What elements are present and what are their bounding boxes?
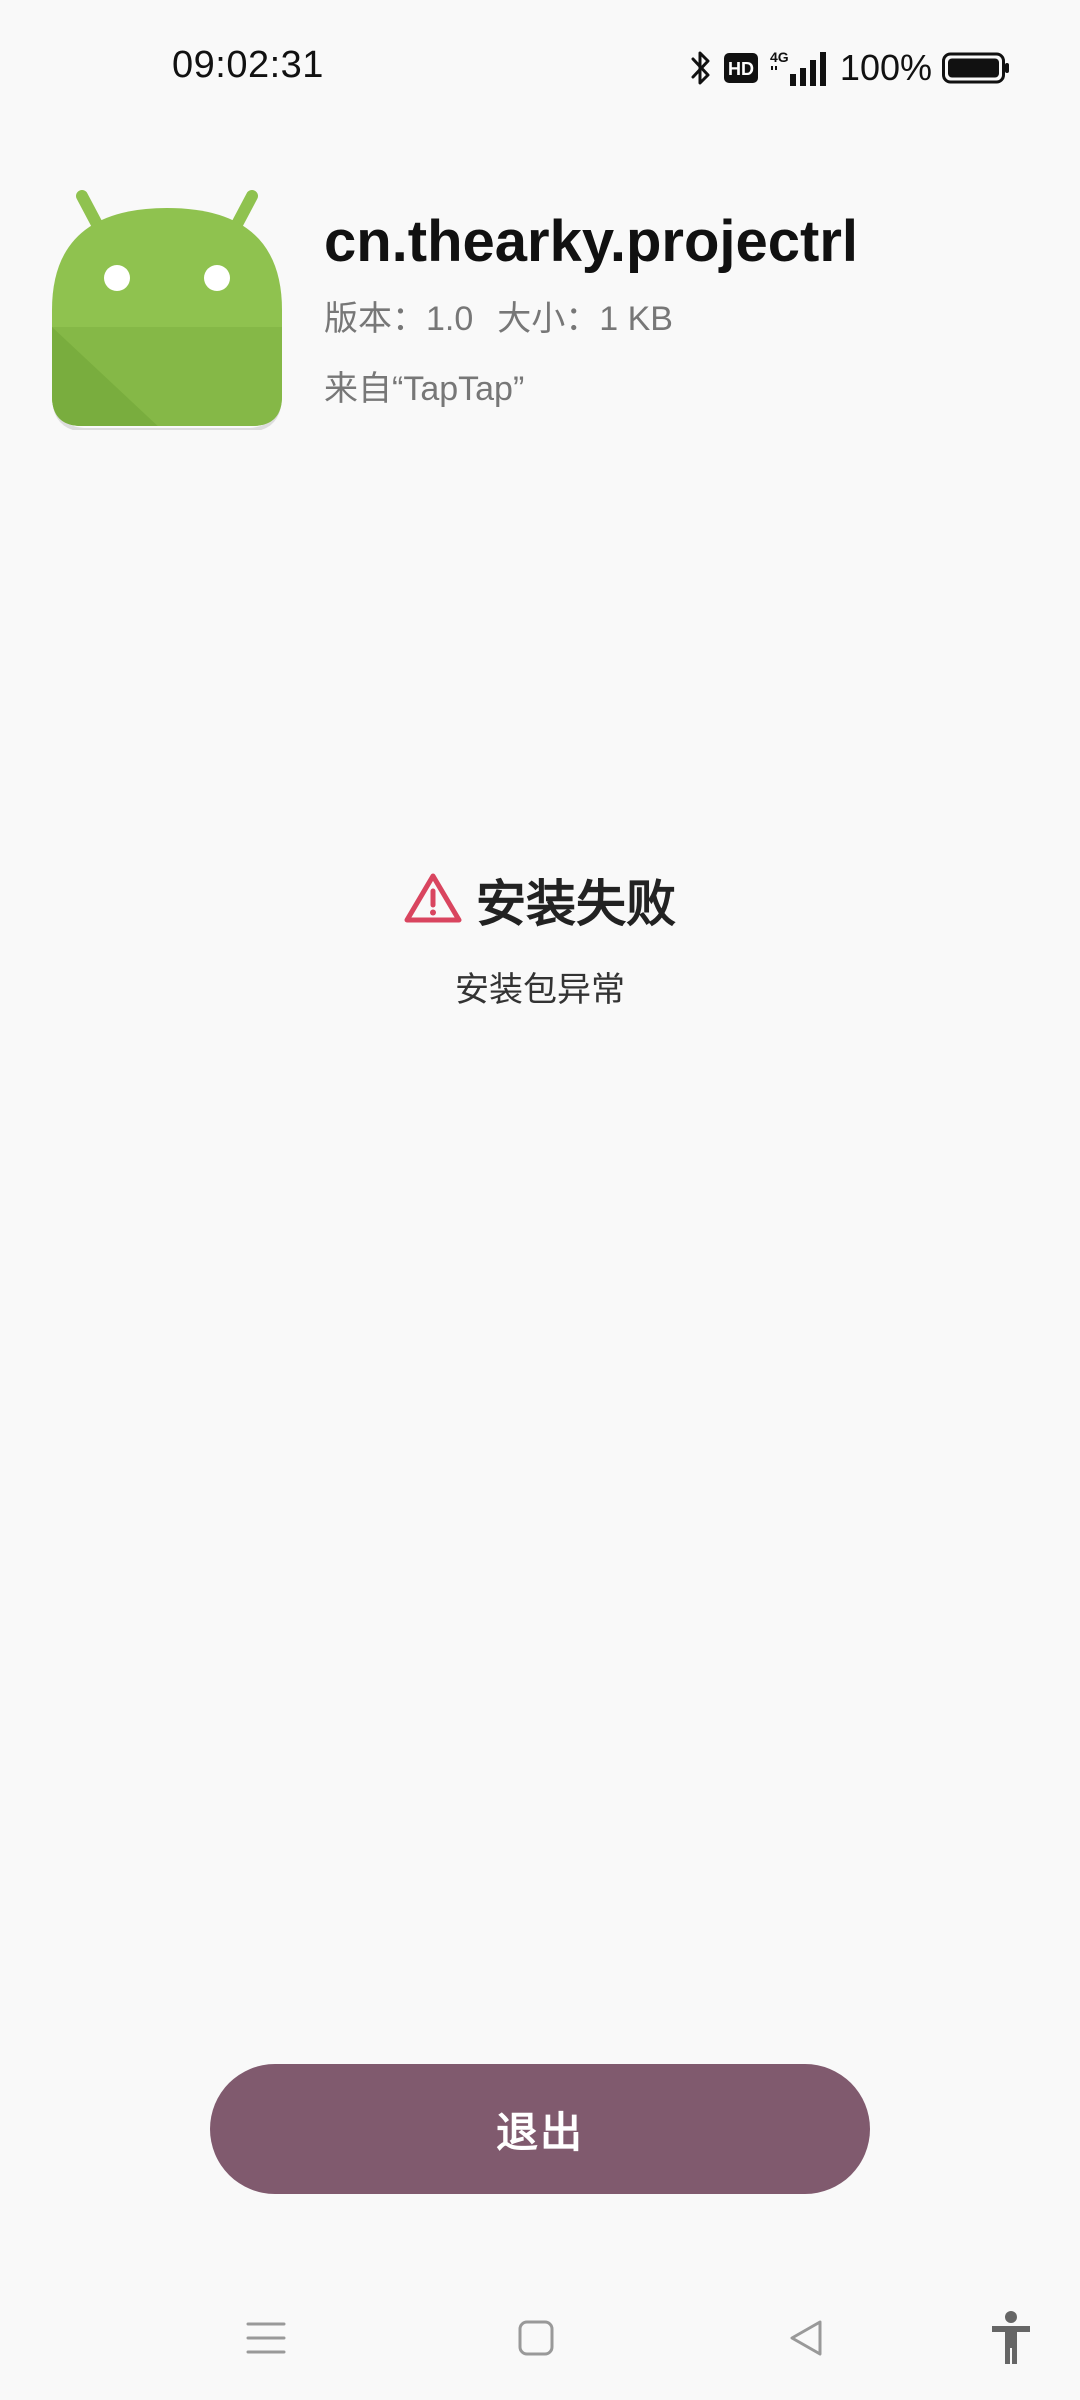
home-icon[interactable] <box>514 2316 558 2365</box>
android-robot-icon <box>52 190 282 432</box>
exit-button[interactable]: 退出 <box>210 2064 870 2194</box>
app-version: 版本：1.0 <box>324 300 474 338</box>
bluetooth-icon <box>688 48 714 88</box>
warning-icon <box>404 872 462 929</box>
navigation-bar <box>0 2290 1080 2400</box>
svg-text:HD: HD <box>728 59 754 79</box>
result-description: 安装包异常 <box>455 971 625 1009</box>
install-result-screen: 09:02:31 HD 4G 100% cn.thearky.projectrl… <box>0 0 1080 2400</box>
result-title: 安装失败 <box>476 876 676 932</box>
app-meta: 版本：1.0 大小：1 KB <box>324 296 858 342</box>
app-source: 来自“TapTap” <box>324 370 525 408</box>
battery-percent: 100% <box>839 47 932 88</box>
4g-signal-icon: 4G <box>768 48 830 88</box>
app-size: 大小：1 KB <box>497 300 673 338</box>
app-package-name: cn.thearky.projectrl <box>324 209 859 274</box>
status-time: 09:02:31 <box>172 44 324 86</box>
back-icon[interactable] <box>784 2316 828 2365</box>
accessibility-icon[interactable] <box>988 2310 1034 2371</box>
status-icons: HD 4G 100% <box>688 46 1010 90</box>
status-bar: 09:02:31 HD 4G 100% <box>0 0 1080 140</box>
hd-icon: HD <box>723 53 758 83</box>
svg-text:4G: 4G <box>770 49 789 65</box>
battery-icon <box>942 52 1010 84</box>
app-info: cn.thearky.projectrl 版本：1.0 大小：1 KB 来自“Ta… <box>324 206 858 412</box>
menu-icon[interactable] <box>244 2316 288 2365</box>
install-result: 安装失败 安装包异常 <box>0 864 1080 1011</box>
result-title-row: 安装失败 <box>404 864 676 936</box>
